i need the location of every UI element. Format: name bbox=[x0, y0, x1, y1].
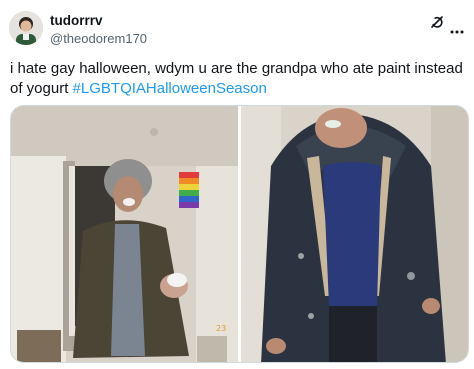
tweet-text: i hate gay halloween, wdym u are the gra… bbox=[10, 59, 468, 99]
media-image-right[interactable] bbox=[241, 106, 468, 362]
more-icon[interactable] bbox=[450, 21, 464, 34]
svg-text:23: 23 bbox=[216, 324, 226, 333]
tweet-header: tudorrrv @theodorem170 bbox=[50, 13, 147, 47]
hashtag-link[interactable]: #LGBTQIAHalloweenSeason bbox=[73, 80, 267, 97]
media-image-left[interactable]: 23 bbox=[11, 106, 238, 362]
tweet-card: tudorrrv @theodorem170 i hate gay hallow… bbox=[0, 0, 474, 369]
media-grid: 23 bbox=[10, 105, 469, 363]
avatar[interactable] bbox=[9, 11, 43, 45]
display-name[interactable]: tudorrrv bbox=[50, 13, 147, 29]
user-handle[interactable]: @theodorem170 bbox=[50, 30, 147, 47]
grok-icon[interactable] bbox=[429, 14, 445, 30]
